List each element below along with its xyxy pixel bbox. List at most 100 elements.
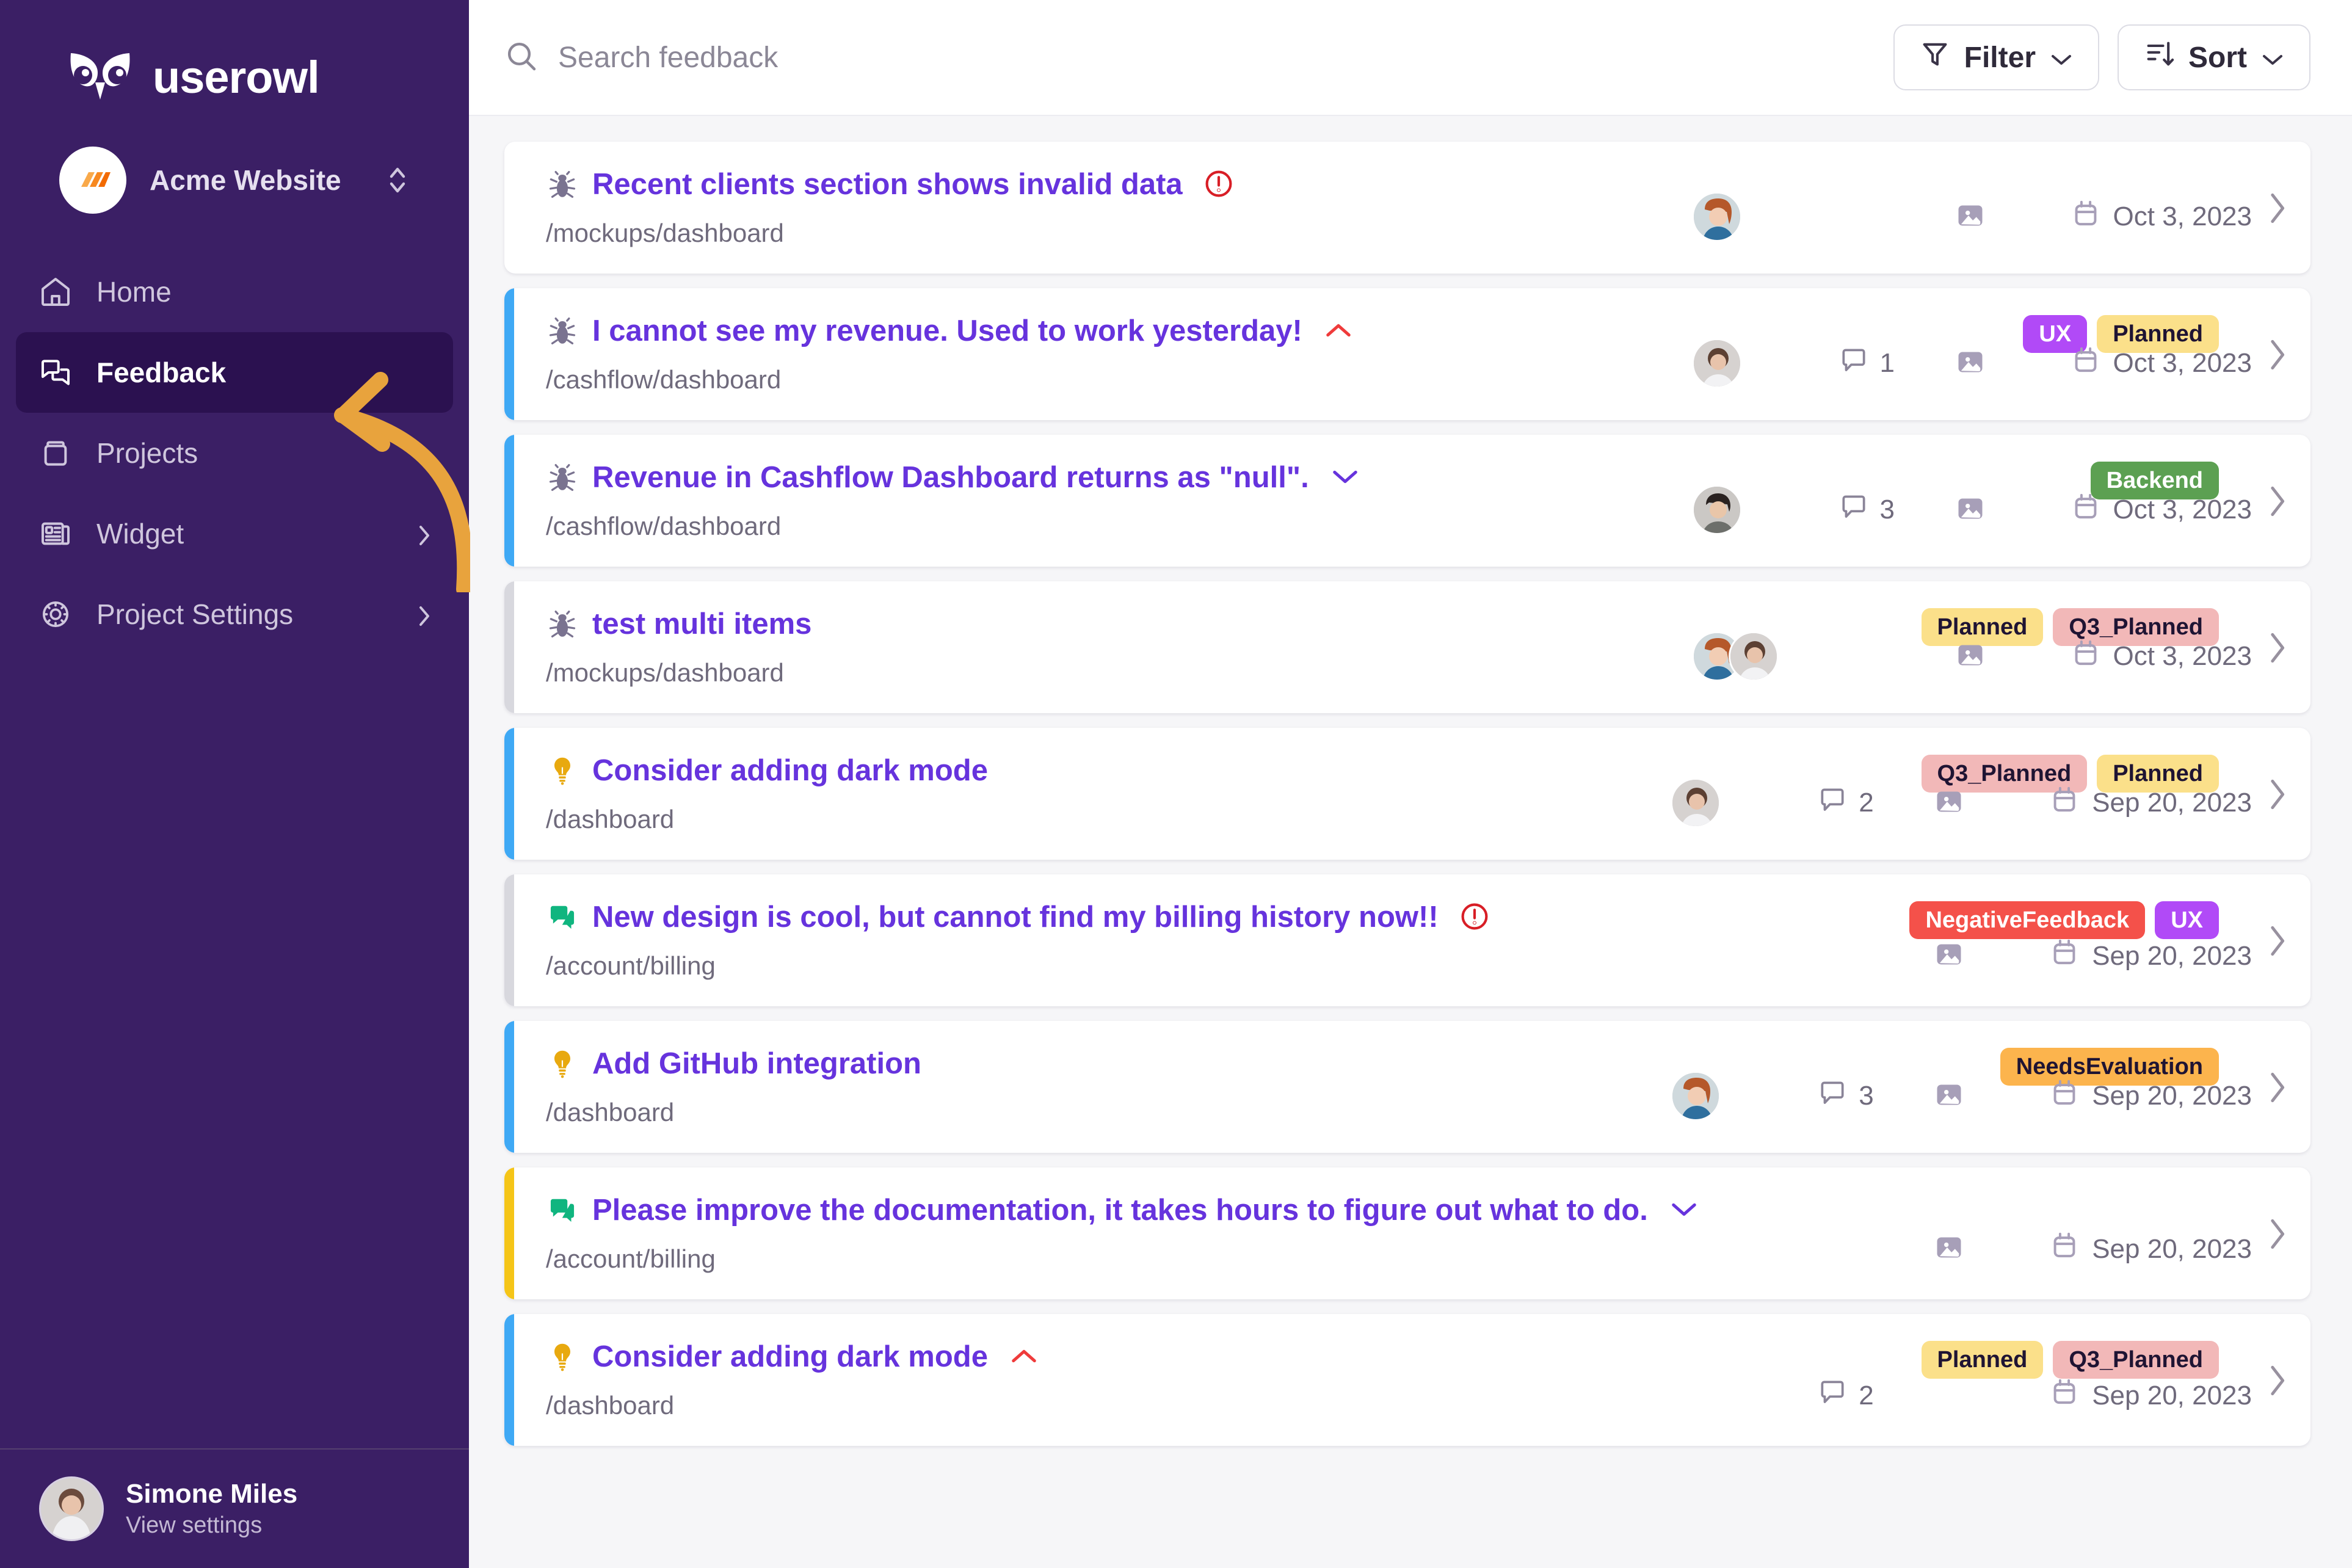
filter-button[interactable]: Filter (1893, 24, 2099, 90)
feedback-card-meta: UX Planned 1 Oct 3, 2023 (1590, 288, 2310, 420)
priority-accent-bar (504, 142, 514, 274)
feedback-card[interactable]: Consider adding dark mode /dashboard Q3_… (504, 728, 2310, 860)
status-badge[interactable]: Q3_Planned (2053, 1341, 2219, 1379)
open-feedback-chevron-icon[interactable] (2267, 630, 2287, 664)
feedback-card[interactable]: test multi items /mockups/dashboard Plan… (504, 581, 2310, 713)
priority-up-icon[interactable] (1324, 322, 1352, 340)
feedback-card-meta: Oct 3, 2023 (1590, 142, 2310, 274)
priority-accent-bar (504, 1021, 514, 1153)
feedback-title[interactable]: Revenue in Cashflow Dashboard returns as… (592, 460, 1309, 495)
search-wrap (504, 39, 1875, 76)
topbar: Filter Sort (469, 0, 2352, 116)
chevron-down-icon (2049, 41, 2074, 74)
sidebar: userowl Acme Website Home Feedback Proje… (0, 0, 473, 1568)
feedback-card[interactable]: I cannot see my revenue. Used to work ye… (504, 288, 2310, 420)
feedback-date: Oct 3, 2023 (2071, 345, 2252, 382)
feedback-title[interactable]: Recent clients section shows invalid dat… (592, 167, 1183, 201)
idea-bulb-icon (546, 754, 579, 787)
image-attachment-icon[interactable] (1955, 639, 1986, 674)
feedback-card[interactable]: Revenue in Cashflow Dashboard returns as… (504, 435, 2310, 567)
gear-icon (37, 595, 74, 633)
feedback-card[interactable]: Please improve the documentation, it tak… (504, 1167, 2310, 1299)
open-feedback-chevron-icon[interactable] (2267, 923, 2287, 957)
priority-down-icon[interactable] (1331, 468, 1359, 487)
chevron-right-icon (416, 521, 432, 546)
sidebar-item-feedback[interactable]: Feedback (16, 332, 453, 413)
priority-accent-bar (504, 728, 514, 860)
filter-funnel-icon (1919, 38, 1951, 77)
feedback-card-meta: Planned Q3_Planned 2 Sep 20, 2023 (1590, 1314, 2310, 1446)
feedback-card[interactable]: Consider adding dark mode /dashboard Pla… (504, 1314, 2310, 1446)
feedback-title[interactable]: Please improve the documentation, it tak… (592, 1193, 1648, 1227)
priority-accent-bar (504, 581, 514, 713)
main-content: Filter Sort (469, 0, 2352, 1568)
user-profile[interactable]: Simone Miles View settings (0, 1448, 469, 1568)
sort-label: Sort (2188, 41, 2247, 74)
open-feedback-chevron-icon[interactable] (2267, 484, 2287, 518)
feedback-card[interactable]: New design is cool, but cannot find my b… (504, 874, 2310, 1006)
feedback-comments[interactable]: 3 (1817, 1078, 1933, 1115)
sidebar-item-home[interactable]: Home (16, 252, 453, 332)
comment-count: 3 (1859, 1081, 1874, 1111)
feedback-title[interactable]: I cannot see my revenue. Used to work ye… (592, 314, 1302, 348)
open-feedback-chevron-icon[interactable] (2267, 337, 2287, 371)
idea-bulb-icon (546, 1047, 579, 1080)
sort-button[interactable]: Sort (2118, 24, 2310, 90)
sidebar-item-projects[interactable]: Projects (16, 413, 453, 493)
comment-count: 1 (1879, 348, 1895, 378)
feedback-title[interactable]: New design is cool, but cannot find my b… (592, 900, 1439, 934)
status-badge[interactable]: Planned (1921, 1341, 2044, 1379)
feedback-list: Recent clients section shows invalid dat… (469, 116, 2352, 1568)
chevron-right-icon (416, 602, 432, 626)
feedback-tags: NegativeFeedback UX (1909, 901, 2219, 939)
calendar-icon (2049, 1078, 2080, 1115)
avatar (1691, 338, 1742, 388)
feedback-comments[interactable]: 2 (1817, 1377, 1933, 1414)
feedback-comments[interactable]: 2 (1817, 785, 1933, 822)
priority-up-icon[interactable] (1010, 1348, 1038, 1366)
image-attachment-icon[interactable] (1955, 346, 1986, 381)
user-settings-link[interactable]: View settings (126, 1511, 297, 1541)
feedback-title[interactable]: Consider adding dark mode (592, 753, 988, 788)
image-attachment-icon[interactable] (1955, 200, 1986, 234)
feedback-tags: Planned Q3_Planned (1921, 1341, 2219, 1379)
feedback-date: Sep 20, 2023 (2049, 1377, 2252, 1414)
image-attachment-icon[interactable] (1933, 1232, 1965, 1266)
open-feedback-chevron-icon[interactable] (2267, 1070, 2287, 1104)
image-attachment-icon[interactable] (1955, 493, 1986, 528)
image-attachment-icon[interactable] (1933, 1079, 1965, 1114)
open-feedback-chevron-icon[interactable] (2267, 1216, 2287, 1250)
comment-icon (1817, 785, 1848, 822)
feedback-card[interactable]: Add GitHub integration /dashboard NeedsE… (504, 1021, 2310, 1153)
sidebar-item-project-settings[interactable]: Project Settings (16, 574, 453, 655)
open-feedback-chevron-icon[interactable] (2267, 777, 2287, 811)
sort-arrow-icon (2143, 38, 2175, 77)
feedback-title[interactable]: Consider adding dark mode (592, 1340, 988, 1374)
image-attachment-icon[interactable] (1933, 786, 1965, 821)
feedback-meta-row: 2 Sep 20, 2023 (1592, 778, 2252, 828)
feedback-comments[interactable]: 1 (1838, 345, 1955, 382)
image-attachment-icon[interactable] (1933, 938, 1965, 973)
owl-logo-icon (64, 51, 137, 103)
user-name: Simone Miles (126, 1478, 298, 1509)
calendar-icon (2071, 492, 2101, 529)
search-input[interactable] (558, 40, 1875, 74)
feedback-image (1933, 1079, 2049, 1114)
feedback-meta-row: Oct 3, 2023 (1592, 192, 2252, 242)
comment-icon (1817, 1377, 1848, 1414)
feedback-title[interactable]: test multi items (592, 607, 811, 641)
feedback-card[interactable]: Recent clients section shows invalid dat… (504, 142, 2310, 274)
project-switcher[interactable]: Acme Website (32, 134, 437, 226)
feedback-title[interactable]: Add GitHub integration (592, 1047, 921, 1081)
status-badge[interactable]: NegativeFeedback (1909, 901, 2146, 939)
feedback-card-meta: Q3_Planned Planned 2 Sep 20, 2023 (1590, 728, 2310, 860)
open-feedback-chevron-icon[interactable] (2267, 1363, 2287, 1397)
calendar-icon (2071, 638, 2101, 675)
feedback-comments[interactable]: 3 (1838, 492, 1955, 529)
sidebar-item-widget[interactable]: Widget (16, 493, 453, 574)
status-badge[interactable]: UX (2155, 901, 2219, 939)
chevron-up-down-icon[interactable] (385, 163, 410, 197)
open-feedback-chevron-icon[interactable] (2267, 191, 2287, 225)
idea-bulb-icon (546, 1340, 579, 1373)
brand[interactable]: userowl (0, 0, 469, 122)
